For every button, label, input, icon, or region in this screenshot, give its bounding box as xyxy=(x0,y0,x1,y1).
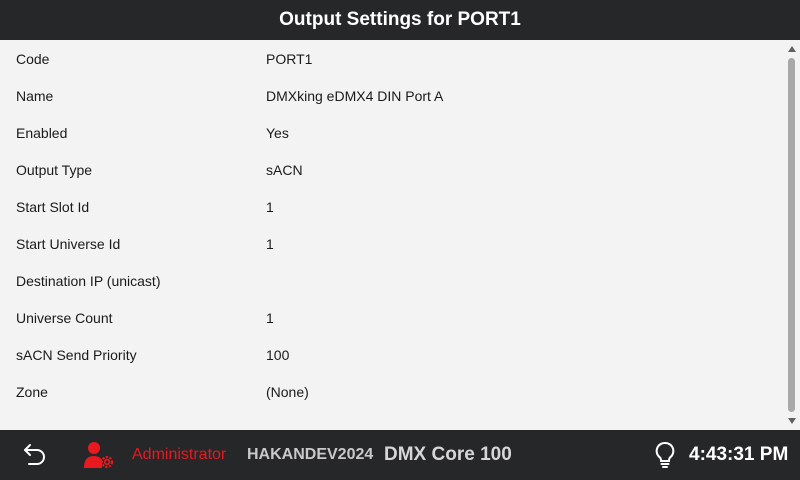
vertical-scrollbar[interactable] xyxy=(784,40,800,430)
setting-label: Output Type xyxy=(16,161,93,178)
setting-row-destination-ip[interactable]: Destination IP (unicast) xyxy=(0,262,784,299)
setting-label: Enabled xyxy=(16,124,68,141)
setting-label: Start Slot Id xyxy=(16,198,90,215)
setting-value: 1 xyxy=(266,198,274,215)
setting-label: Name xyxy=(16,87,54,104)
scrollbar-thumb[interactable] xyxy=(788,58,795,412)
settings-list: Code PORT1 Name DMXking eDMX4 DIN Port A… xyxy=(0,40,784,410)
setting-row-start-universe-id[interactable]: Start Universe Id 1 xyxy=(0,225,784,262)
user-gear-icon xyxy=(82,430,116,480)
setting-value: 100 xyxy=(266,346,290,363)
setting-row-name[interactable]: Name DMXking eDMX4 DIN Port A xyxy=(0,77,784,114)
setting-label: sACN Send Priority xyxy=(16,346,137,363)
lightbulb-button[interactable] xyxy=(652,430,678,480)
setting-value: sACN xyxy=(266,161,303,178)
scroll-up-arrow-icon[interactable] xyxy=(784,42,800,56)
host-name-label: HAKANDEV2024 xyxy=(247,446,374,463)
setting-value: DMXking eDMX4 DIN Port A xyxy=(266,87,444,104)
setting-row-universe-count[interactable]: Universe Count 1 xyxy=(0,299,784,336)
setting-row-code[interactable]: Code PORT1 xyxy=(0,40,784,77)
setting-value: 1 xyxy=(266,309,274,326)
lightbulb-icon xyxy=(655,442,675,468)
setting-label: Zone xyxy=(16,383,48,400)
setting-value: (None) xyxy=(266,383,309,400)
setting-value: 1 xyxy=(266,235,274,252)
clock-time: 4:43:31 PM xyxy=(689,444,789,465)
setting-label: Universe Count xyxy=(16,309,113,326)
setting-label: Destination IP (unicast) xyxy=(16,272,161,289)
device-name-label: DMX Core 100 xyxy=(384,444,512,465)
setting-label: Start Universe Id xyxy=(16,235,121,252)
setting-value: Yes xyxy=(266,124,289,141)
back-arrow-icon xyxy=(24,444,45,465)
setting-row-enabled[interactable]: Enabled Yes xyxy=(0,114,784,151)
scroll-down-arrow-icon[interactable] xyxy=(784,414,800,428)
setting-value: PORT1 xyxy=(266,50,313,67)
setting-row-sacn-send-priority[interactable]: sACN Send Priority 100 xyxy=(0,336,784,373)
status-bar: Administrator HAKANDEV2024 DMX Core 100 … xyxy=(0,430,800,480)
setting-label: Code xyxy=(16,50,50,67)
setting-row-zone[interactable]: Zone (None) xyxy=(0,373,784,410)
setting-row-output-type[interactable]: Output Type sACN xyxy=(0,151,784,188)
page-header: Output Settings for PORT1 xyxy=(0,0,800,40)
user-role-label: Administrator xyxy=(132,446,227,463)
page-title: Output Settings for PORT1 xyxy=(279,9,521,30)
setting-row-start-slot-id[interactable]: Start Slot Id 1 xyxy=(0,188,784,225)
settings-panel: Code PORT1 Name DMXking eDMX4 DIN Port A… xyxy=(0,40,800,430)
back-button[interactable] xyxy=(18,430,52,480)
